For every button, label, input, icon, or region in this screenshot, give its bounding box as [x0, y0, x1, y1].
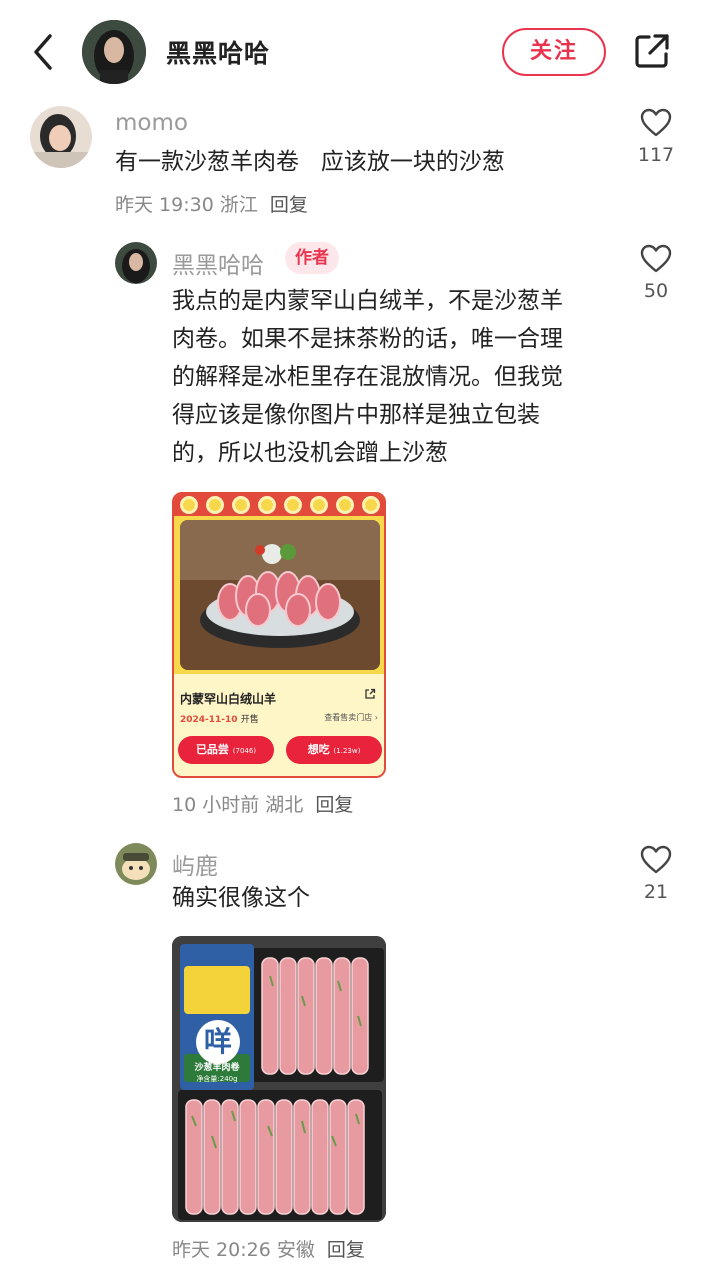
comment-meta: 10 小时前 湖北 回复	[172, 790, 353, 817]
ring-decoration	[206, 496, 224, 514]
comment-location: 安徽	[276, 1239, 315, 1261]
want-to-eat-button[interactable]: 想吃 (1.23w)	[286, 736, 382, 764]
author-badge: 作者	[285, 242, 339, 274]
package-logo: 咩	[196, 1020, 240, 1064]
external-link-icon[interactable]	[364, 688, 376, 700]
comment-text: 有一款沙葱羊肉卷 应该放一块的沙葱	[115, 149, 505, 175]
like-button[interactable]: 21	[626, 845, 686, 903]
package-weight: 净含量:240g	[196, 1075, 238, 1083]
ring-decoration	[310, 496, 328, 514]
back-arrow-icon[interactable]	[28, 32, 62, 72]
product-image	[180, 520, 380, 670]
like-button[interactable]: 117	[626, 108, 686, 166]
comment-time: 10 小时前	[172, 794, 260, 816]
reply-button[interactable]: 回复	[327, 1239, 365, 1261]
comment-line: 的，所以也没机会蹭上沙葱	[172, 440, 448, 466]
comment-text: 我点的是内蒙罕山白绒羊，不是沙葱羊 肉卷。如果不是抹茶粉的话，唯一合理 的解释是…	[172, 282, 612, 472]
comment-time: 昨天 19:30	[115, 194, 214, 216]
ring-decoration	[362, 496, 380, 514]
commenter-avatar[interactable]	[115, 843, 157, 885]
ring-decoration	[284, 496, 302, 514]
commenter-name[interactable]: momo	[115, 110, 188, 136]
share-icon[interactable]	[633, 32, 671, 70]
like-count: 21	[643, 881, 669, 903]
product-info: 内蒙罕山白绒山羊 2024-11-10 开售 查看售卖门店 › 已品尝 (704…	[174, 674, 384, 776]
comment-time: 昨天 20:26	[172, 1239, 271, 1261]
like-button[interactable]: 50	[626, 244, 686, 302]
ring-decoration	[336, 496, 354, 514]
comment-line: 得应该是像你图片中那样是独立包装	[172, 402, 540, 428]
comment-line: 我点的是内蒙罕山白绒羊，不是沙葱羊	[172, 288, 563, 314]
ring-decoration	[180, 496, 198, 514]
comment-text: 确实很像这个	[172, 885, 310, 911]
comment-meta: 昨天 19:30 浙江 回复	[115, 190, 308, 217]
product-date: 2024-11-10 开售	[180, 715, 259, 725]
tasted-button[interactable]: 已品尝 (7046)	[178, 736, 274, 764]
product-card[interactable]: 内蒙罕山白绒山羊 2024-11-10 开售 查看售卖门店 › 已品尝 (704…	[172, 492, 386, 778]
comment-location: 浙江	[219, 194, 258, 216]
author-avatar[interactable]	[82, 20, 146, 84]
follow-button[interactable]: 关注	[502, 28, 606, 76]
heart-icon	[640, 108, 672, 137]
author-name[interactable]: 黑黑哈哈	[166, 34, 270, 70]
commenter-name[interactable]: 屿鹿	[172, 847, 218, 881]
heart-icon	[640, 845, 672, 874]
comment-line: 的解释是冰柜里存在混放情况。但我觉	[172, 364, 563, 390]
commenter-name[interactable]: 黑黑哈哈	[172, 246, 264, 280]
reply-button[interactable]: 回复	[315, 794, 353, 816]
product-title: 内蒙罕山白绒山羊	[180, 692, 277, 706]
ring-decoration	[232, 496, 250, 514]
comment-photo[interactable]: 咩 沙葱羊肉卷 净含量:240g	[172, 936, 386, 1222]
package-product-name: 沙葱羊肉卷	[194, 1063, 240, 1073]
heart-icon	[640, 244, 672, 273]
like-count: 50	[643, 280, 669, 302]
commenter-avatar[interactable]	[115, 242, 157, 284]
ring-decoration	[258, 496, 276, 514]
comment-line: 肉卷。如果不是抹茶粉的话，唯一合理	[172, 326, 563, 352]
like-count: 117	[637, 144, 675, 166]
comment-meta: 昨天 20:26 安徽 回复	[172, 1235, 365, 1262]
commenter-avatar[interactable]	[30, 106, 92, 168]
store-link[interactable]: 查看售卖门店 ›	[324, 712, 378, 723]
comment-location: 湖北	[265, 794, 304, 816]
header-bar: 黑黑哈哈 关注	[0, 0, 703, 100]
reply-button[interactable]: 回复	[270, 194, 308, 216]
